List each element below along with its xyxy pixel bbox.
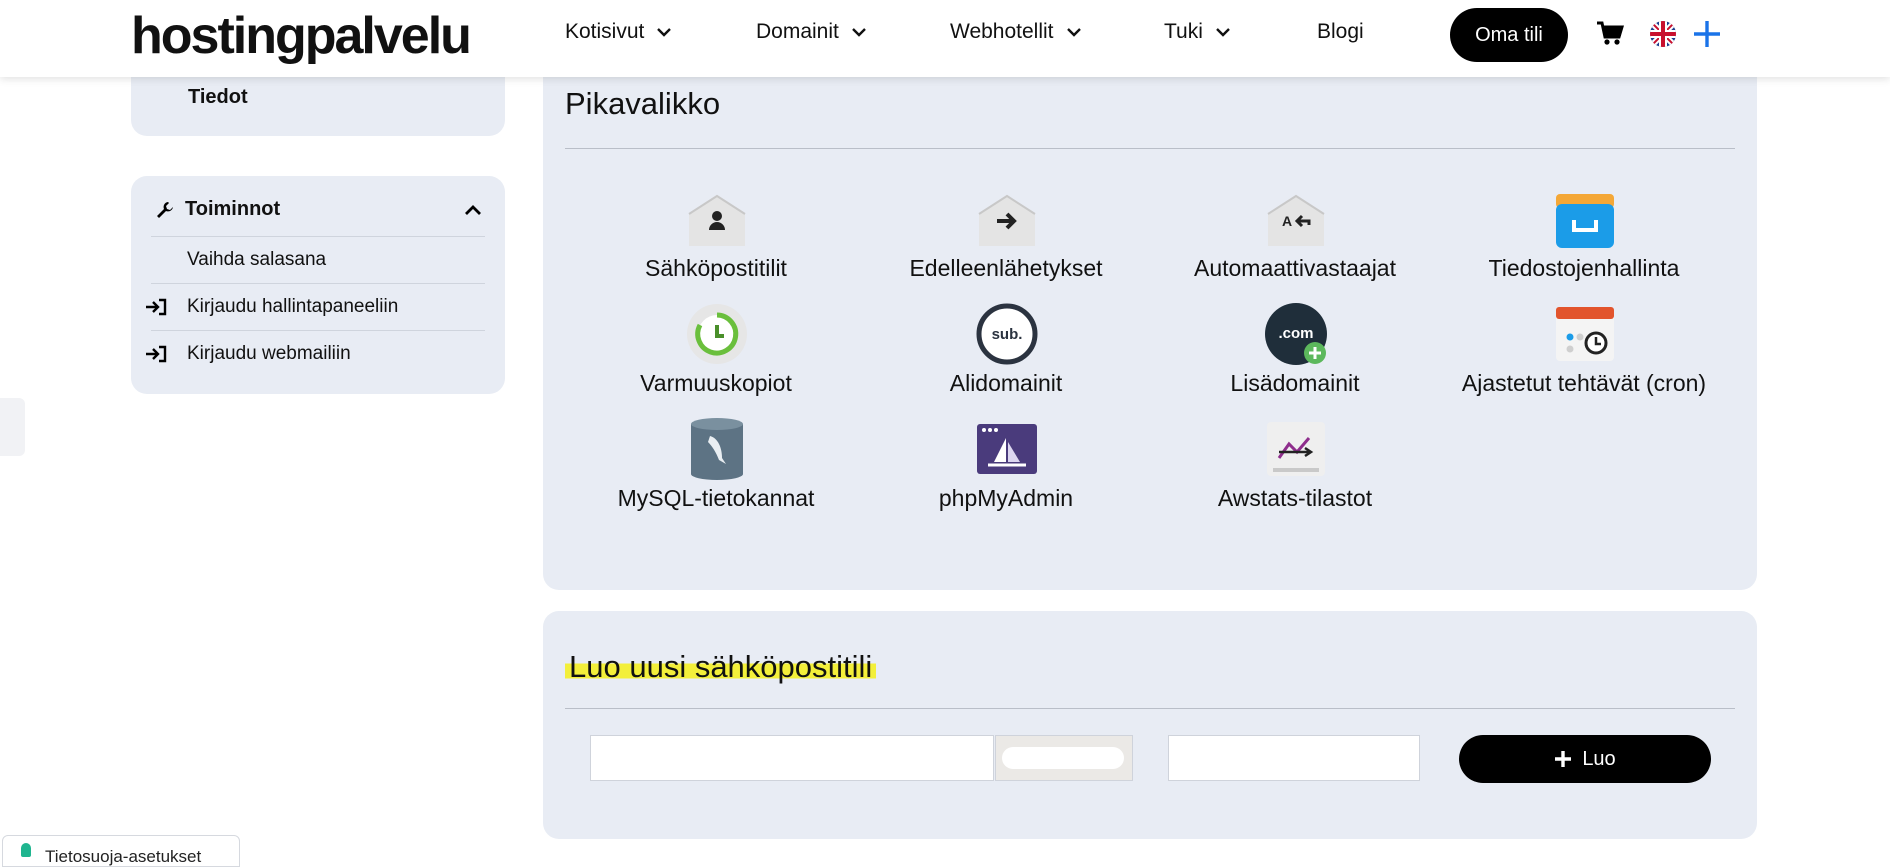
tile-label: Awstats-tilastot (1217, 485, 1373, 511)
tile-backups[interactable]: Varmuuskopiot (571, 303, 861, 413)
tile-awstats[interactable]: Awstats-tilastot (1150, 418, 1440, 528)
webmail-login-link[interactable]: Kirjaudu webmailiin (146, 330, 485, 377)
tile-label: Lisädomainit (1230, 370, 1360, 396)
nav-blogi[interactable]: Blogi (1317, 20, 1364, 44)
nav-label: Domainit (756, 20, 839, 43)
chevron-up-icon[interactable] (463, 200, 483, 220)
divider (565, 148, 1735, 149)
tile-phpmyadmin[interactable]: phpMyAdmin (861, 418, 1151, 528)
nav-label: Tuki (1164, 20, 1203, 43)
nav-tuki[interactable]: Tuki (1164, 20, 1231, 44)
tile-file-manager[interactable]: Tiedostojenhallinta (1439, 188, 1729, 298)
tile-cron-jobs[interactable]: Ajastetut tehtävät (cron) (1439, 303, 1729, 413)
tile-label: phpMyAdmin (938, 485, 1074, 511)
site-logo[interactable]: hostingpalvelu (131, 6, 472, 66)
email-account-icon (688, 194, 746, 246)
nav-label: Kotisivut (565, 20, 645, 43)
backup-icon (687, 304, 747, 364)
cart-icon[interactable] (1596, 21, 1624, 47)
tile-label: Automaattivastaajat (1193, 255, 1396, 281)
top-navigation-bar: hostingpalvelu Kotisivut Domainit Webhot… (0, 0, 1890, 77)
nav-kotisivut[interactable]: Kotisivut (565, 20, 672, 44)
privacy-settings-tab[interactable]: Tietosuoja-asetukset (2, 835, 240, 867)
privacy-label: Tietosuoja-asetukset (45, 847, 202, 866)
nav-label: Webhotellit (950, 20, 1054, 43)
create-button-label: Luo (1582, 747, 1616, 770)
tile-mysql-databases[interactable]: MySQL-tietokannat (571, 418, 861, 528)
awstats-icon (1267, 422, 1325, 476)
create-email-title: Luo uusi sähköpostitili (565, 649, 877, 685)
svg-text:.com: .com (1278, 325, 1313, 342)
tile-autoresponders[interactable]: A Automaattivastaajat (1150, 188, 1440, 298)
mysql-database-icon (691, 418, 743, 480)
tile-forwarders[interactable]: Edelleenlähetykset (861, 188, 1151, 298)
divider (565, 708, 1735, 709)
webmail-login-label: Kirjaudu webmailiin (187, 343, 351, 364)
email-domain-select[interactable] (995, 735, 1133, 781)
cpanel-login-label: Kirjaudu hallintapaneeliin (187, 296, 399, 317)
email-forward-icon (978, 194, 1036, 246)
chevron-down-icon (852, 28, 866, 37)
svg-text:A: A (1282, 213, 1292, 229)
tile-label: Edelleenlähetykset (909, 255, 1103, 281)
account-button[interactable]: Oma tili (1450, 8, 1568, 62)
quick-menu-panel: Pikavalikko Sähköpostitilit Edelleenlähe… (543, 40, 1757, 590)
quick-menu-title: Pikavalikko (565, 86, 721, 121)
nav-domainit[interactable]: Domainit (756, 20, 867, 44)
cron-jobs-icon (1556, 307, 1614, 361)
privacy-icon (21, 843, 31, 857)
change-password-link[interactable]: Vaihda salasana (151, 236, 485, 283)
create-email-button[interactable]: Luo (1459, 735, 1711, 783)
subdomain-icon: sub. (976, 303, 1038, 365)
tile-label: Varmuuskopiot (640, 370, 792, 396)
tile-subdomains[interactable]: sub. Alidomainit (861, 303, 1151, 413)
nav-webhotellit[interactable]: Webhotellit (950, 20, 1082, 44)
file-manager-icon (1556, 194, 1614, 248)
login-icon (146, 345, 167, 363)
tile-email-accounts[interactable]: Sähköpostitilit (571, 188, 861, 298)
chevron-down-icon (1216, 28, 1230, 37)
email-username-input[interactable] (590, 735, 994, 781)
domain-select-value (1002, 747, 1124, 769)
info-label[interactable]: Tiedot (188, 86, 248, 109)
change-password-label: Vaihda salasana (187, 249, 327, 270)
phpmyadmin-icon (977, 424, 1037, 474)
plus-icon[interactable] (1691, 18, 1723, 50)
tile-label: Ajastetut tehtävät (cron) (1461, 370, 1707, 396)
tile-label: Alidomainit (949, 370, 1063, 396)
chevron-down-icon (1066, 28, 1081, 37)
tile-label: Tiedostojenhallinta (1488, 255, 1680, 281)
svg-text:sub.: sub. (992, 326, 1023, 343)
chevron-down-icon (657, 28, 672, 37)
cpanel-login-link[interactable]: Kirjaudu hallintapaneeliin (146, 283, 485, 330)
email-password-input[interactable] (1168, 735, 1420, 781)
actions-header[interactable]: Toiminnot (155, 198, 280, 221)
actions-card: Toiminnot Vaihda salasana Kirjaudu halli… (131, 176, 505, 394)
wrench-icon (157, 201, 173, 218)
side-edge-tab[interactable] (0, 398, 25, 456)
nav-label: Blogi (1317, 20, 1364, 43)
create-email-panel: Luo uusi sähköpostitili Luo (543, 611, 1757, 839)
addon-domain-icon: .com (1265, 303, 1327, 365)
actions-title: Toiminnot (185, 198, 281, 220)
tile-label: MySQL-tietokannat (617, 485, 815, 511)
uk-flag-icon[interactable] (1649, 20, 1677, 48)
autoresponder-icon: A (1267, 194, 1325, 246)
login-icon (146, 298, 167, 316)
tile-addon-domains[interactable]: .com Lisädomainit (1150, 303, 1440, 413)
plus-icon (1555, 751, 1572, 767)
tile-label: Sähköpostitilit (645, 255, 787, 281)
